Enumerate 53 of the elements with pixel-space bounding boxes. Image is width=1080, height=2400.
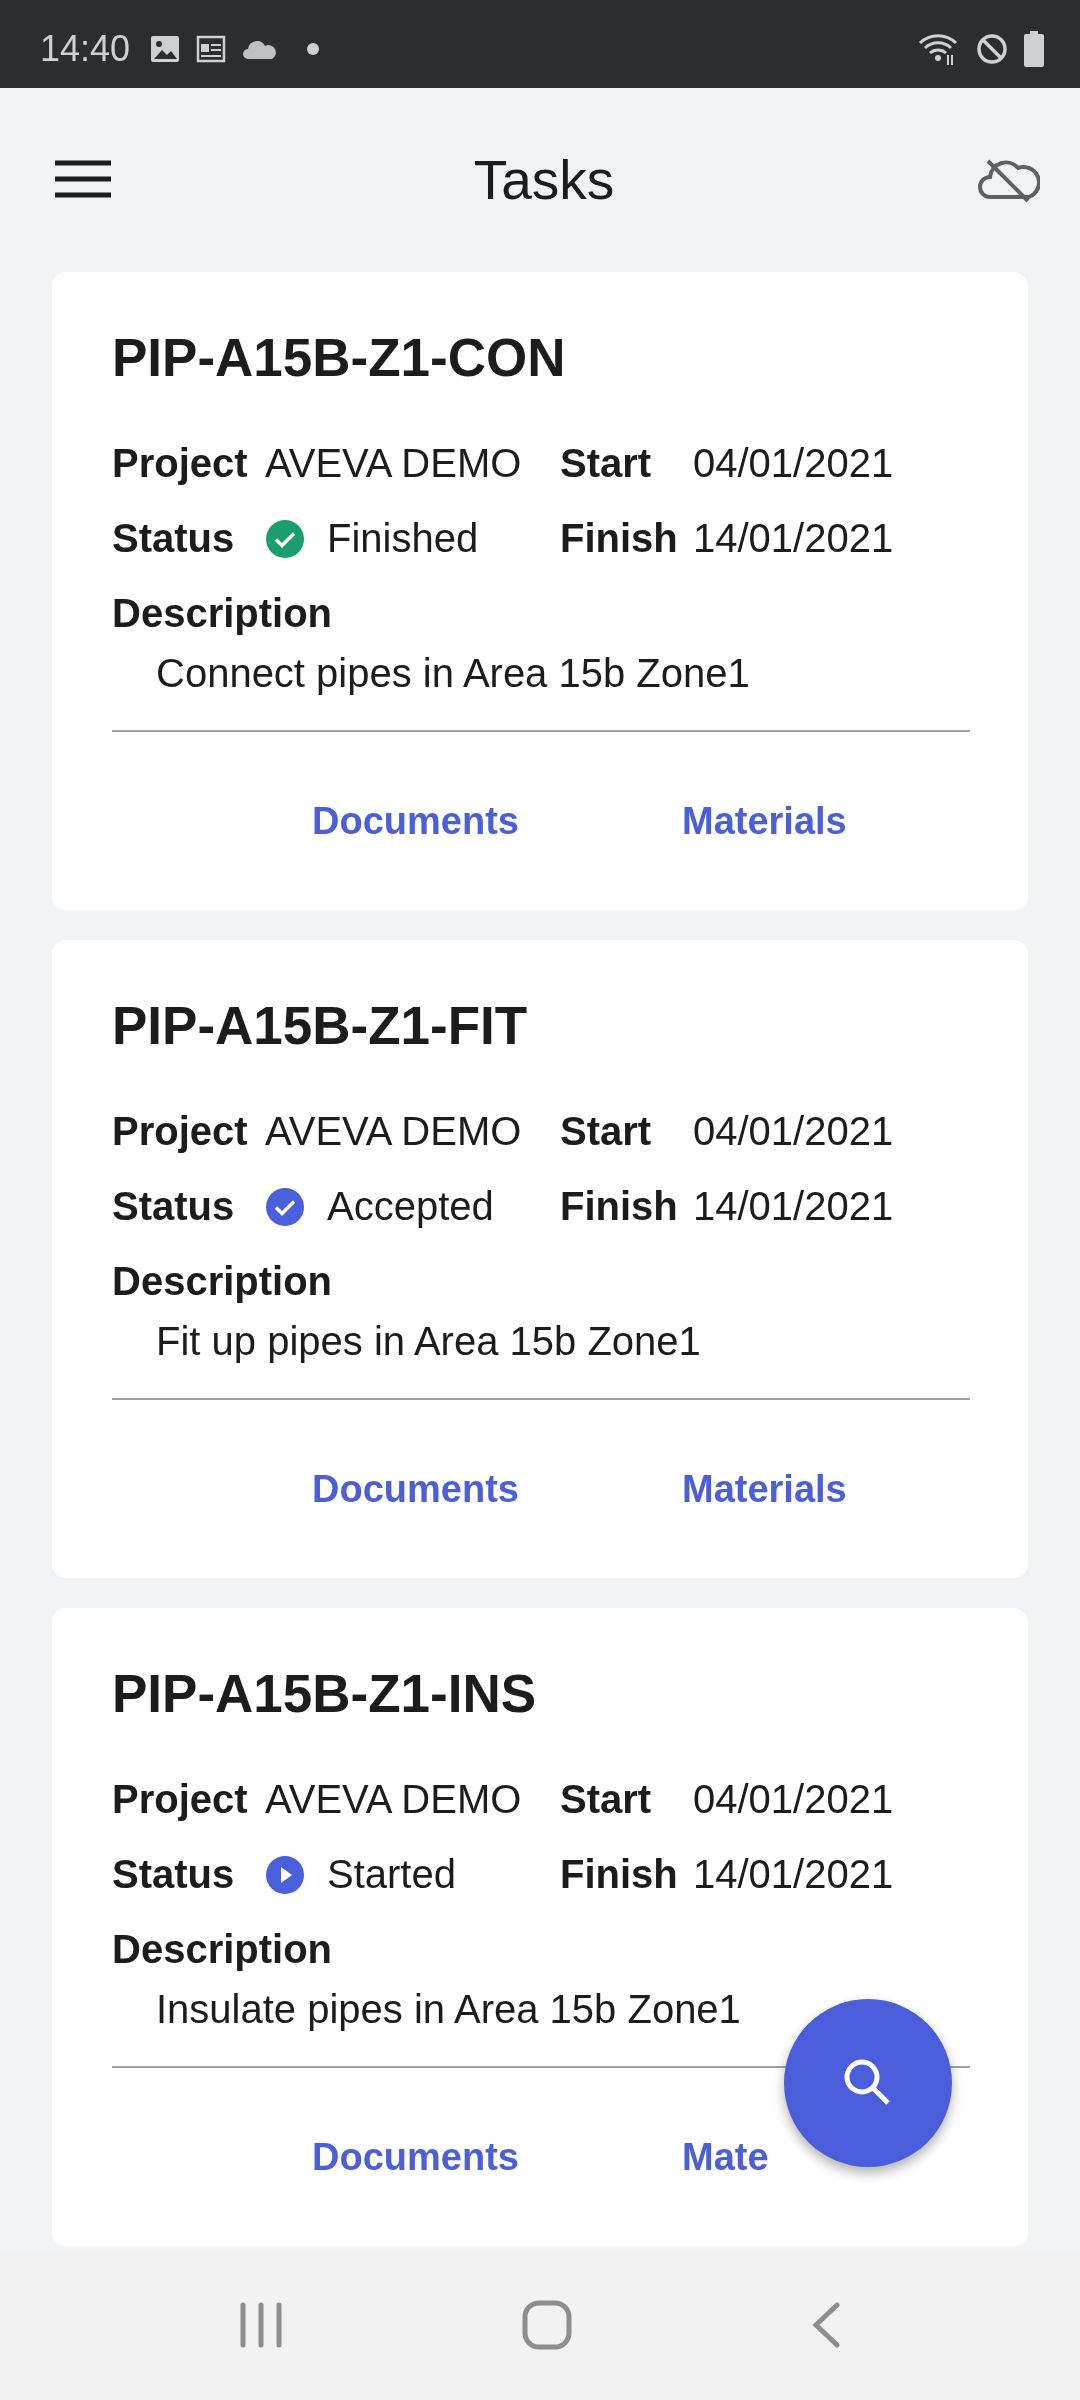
action-link[interactable]: Documents <box>312 2137 519 2177</box>
field-label: Project <box>112 1108 248 1155</box>
field-label: Description <box>112 590 333 637</box>
cloud-icon <box>242 38 279 60</box>
task-title: PIP-A15B-Z1-INS <box>112 1663 537 1725</box>
task-card[interactable]: PIP-A15B-Z1-CON Project AVEVA DEMO Start 04/01/2021 Status Finished Finish 14/01/2021 Description Connect pipes in Area 15b Zone1 Documents Materials <box>52 272 1028 910</box>
description-text: Fit up pipes in Area 15b Zone1 <box>156 1319 701 1363</box>
description-text: Connect pipes in Area 15b Zone1 <box>156 651 750 695</box>
field-label: Project <box>112 440 248 487</box>
task-card[interactable]: PIP-A15B-Z1-INS Project AVEVA DEMO Start 04/01/2021 Status Started Finish 14/01/2021 Description Insulate pipes in Area 15b Zone1 Documents Mate <box>52 1608 1028 2246</box>
status-text: Started <box>327 1851 456 1898</box>
status-text: Finished <box>327 515 479 562</box>
field-label: Finish <box>560 1183 678 1230</box>
dot-icon <box>306 42 321 56</box>
task-title: PIP-A15B-Z1-CON <box>112 327 566 389</box>
back-icon[interactable] <box>810 2302 841 2348</box>
field-value: AVEVA DEMO <box>265 1776 522 1823</box>
action-link[interactable]: Materials <box>682 1469 847 1509</box>
field-label: Status <box>112 1183 235 1230</box>
home-icon[interactable] <box>522 2300 572 2350</box>
field-label: Finish <box>560 1851 678 1898</box>
action-link[interactable]: Materials <box>682 801 847 841</box>
field-value: 04/01/2021 <box>693 1776 894 1823</box>
wifi-icon <box>918 31 960 67</box>
field-value: AVEVA DEMO <box>265 1108 522 1155</box>
field-label: Finish <box>560 515 678 562</box>
recent-apps-icon[interactable] <box>239 2302 284 2348</box>
field-value: AVEVA DEMO <box>265 440 522 487</box>
field-label: Status <box>112 1851 235 1898</box>
description-text: Insulate pipes in Area 15b Zone1 <box>156 1987 741 2031</box>
field-value: 14/01/2021 <box>693 1183 894 1230</box>
action-link[interactable]: Documents <box>312 1469 519 1509</box>
field-value: 04/01/2021 <box>693 440 894 487</box>
task-title: PIP-A15B-Z1-FIT <box>112 995 528 1057</box>
task-card[interactable]: PIP-A15B-Z1-FIT Project AVEVA DEMO Start 04/01/2021 Status Accepted Finish 14/01/2021 Description Fit up pipes in Area 15b Zone1 Documents Materials <box>52 940 1028 1578</box>
field-label: Status <box>112 515 235 562</box>
status-text: Accepted <box>327 1183 494 1230</box>
field-value: 04/01/2021 <box>693 1108 894 1155</box>
action-link[interactable]: Mate <box>682 2137 769 2177</box>
image-icon <box>150 35 181 63</box>
field-value: 14/01/2021 <box>693 1851 894 1898</box>
action-link[interactable]: Documents <box>312 801 519 841</box>
field-label: Start <box>560 1776 652 1823</box>
block-icon <box>976 33 1008 65</box>
screen-title: Tasks <box>473 148 615 212</box>
field-label: Start <box>560 440 652 487</box>
field-label: Description <box>112 1926 333 1973</box>
field-label: Description <box>112 1258 333 1305</box>
field-label: Start <box>560 1108 652 1155</box>
clock-time: 14:40 <box>40 27 131 70</box>
field-value: 14/01/2021 <box>693 515 894 562</box>
battery-icon <box>1024 31 1044 67</box>
field-label: Project <box>112 1776 248 1823</box>
